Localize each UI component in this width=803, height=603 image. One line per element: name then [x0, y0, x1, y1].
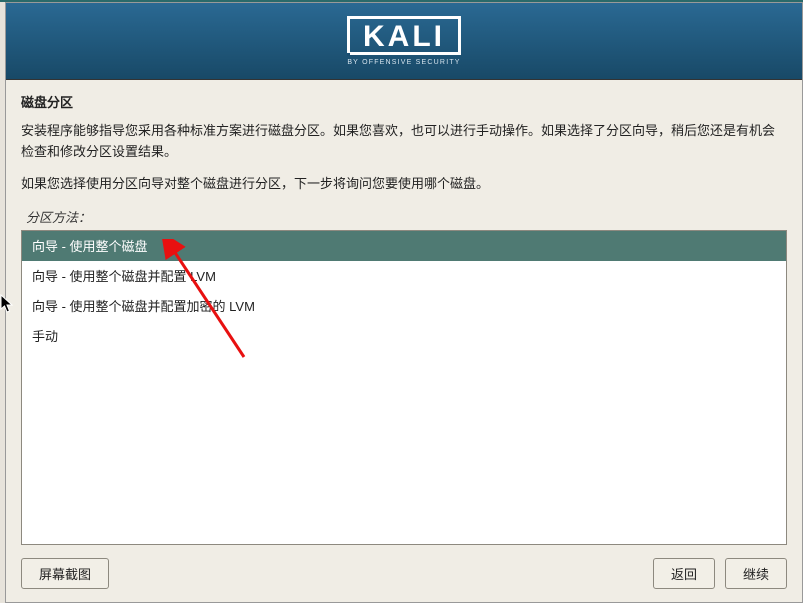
continue-button[interactable]: 继续 — [725, 558, 787, 589]
footer-bar: 屏幕截图 返回 继续 — [6, 545, 802, 602]
screenshot-button[interactable]: 屏幕截图 — [21, 558, 109, 589]
option-label: 向导 - 使用整个磁盘并配置加密的 LVM — [32, 299, 255, 314]
instruction-text-2: 如果您选择使用分区向导对整个磁盘进行分区，下一步将询问您要使用哪个磁盘。 — [21, 174, 787, 195]
content-area: 安装程序能够指导您采用各种标准方案进行磁盘分区。如果您喜欢，也可以进行手动操作。… — [21, 121, 787, 545]
instruction-text-1: 安装程序能够指导您采用各种标准方案进行磁盘分区。如果您喜欢，也可以进行手动操作。… — [21, 121, 787, 163]
option-label: 向导 - 使用整个磁盘 — [32, 239, 148, 254]
back-button[interactable]: 返回 — [653, 558, 715, 589]
kali-logo: KALI BY OFFENSIVE SECURITY — [347, 16, 461, 66]
logo-text: KALI — [363, 22, 445, 52]
partition-method-list[interactable]: 向导 - 使用整个磁盘 向导 - 使用整个磁盘并配置 LVM 向导 - 使用整个… — [21, 230, 787, 545]
option-guided-lvm[interactable]: 向导 - 使用整个磁盘并配置 LVM — [22, 261, 786, 291]
option-guided-whole-disk[interactable]: 向导 - 使用整个磁盘 — [22, 231, 786, 261]
installer-window: KALI BY OFFENSIVE SECURITY 磁盘分区 安装程序能够指导… — [5, 2, 803, 603]
option-guided-encrypted-lvm[interactable]: 向导 - 使用整个磁盘并配置加密的 LVM — [22, 291, 786, 321]
method-label: 分区方法： — [21, 205, 787, 230]
logo-subtitle: BY OFFENSIVE SECURITY — [347, 59, 460, 66]
option-label: 手动 — [32, 329, 58, 344]
header-banner: KALI BY OFFENSIVE SECURITY — [6, 3, 802, 80]
page-title: 磁盘分区 — [6, 80, 802, 121]
option-label: 向导 - 使用整个磁盘并配置 LVM — [32, 269, 216, 284]
option-manual[interactable]: 手动 — [22, 321, 786, 351]
